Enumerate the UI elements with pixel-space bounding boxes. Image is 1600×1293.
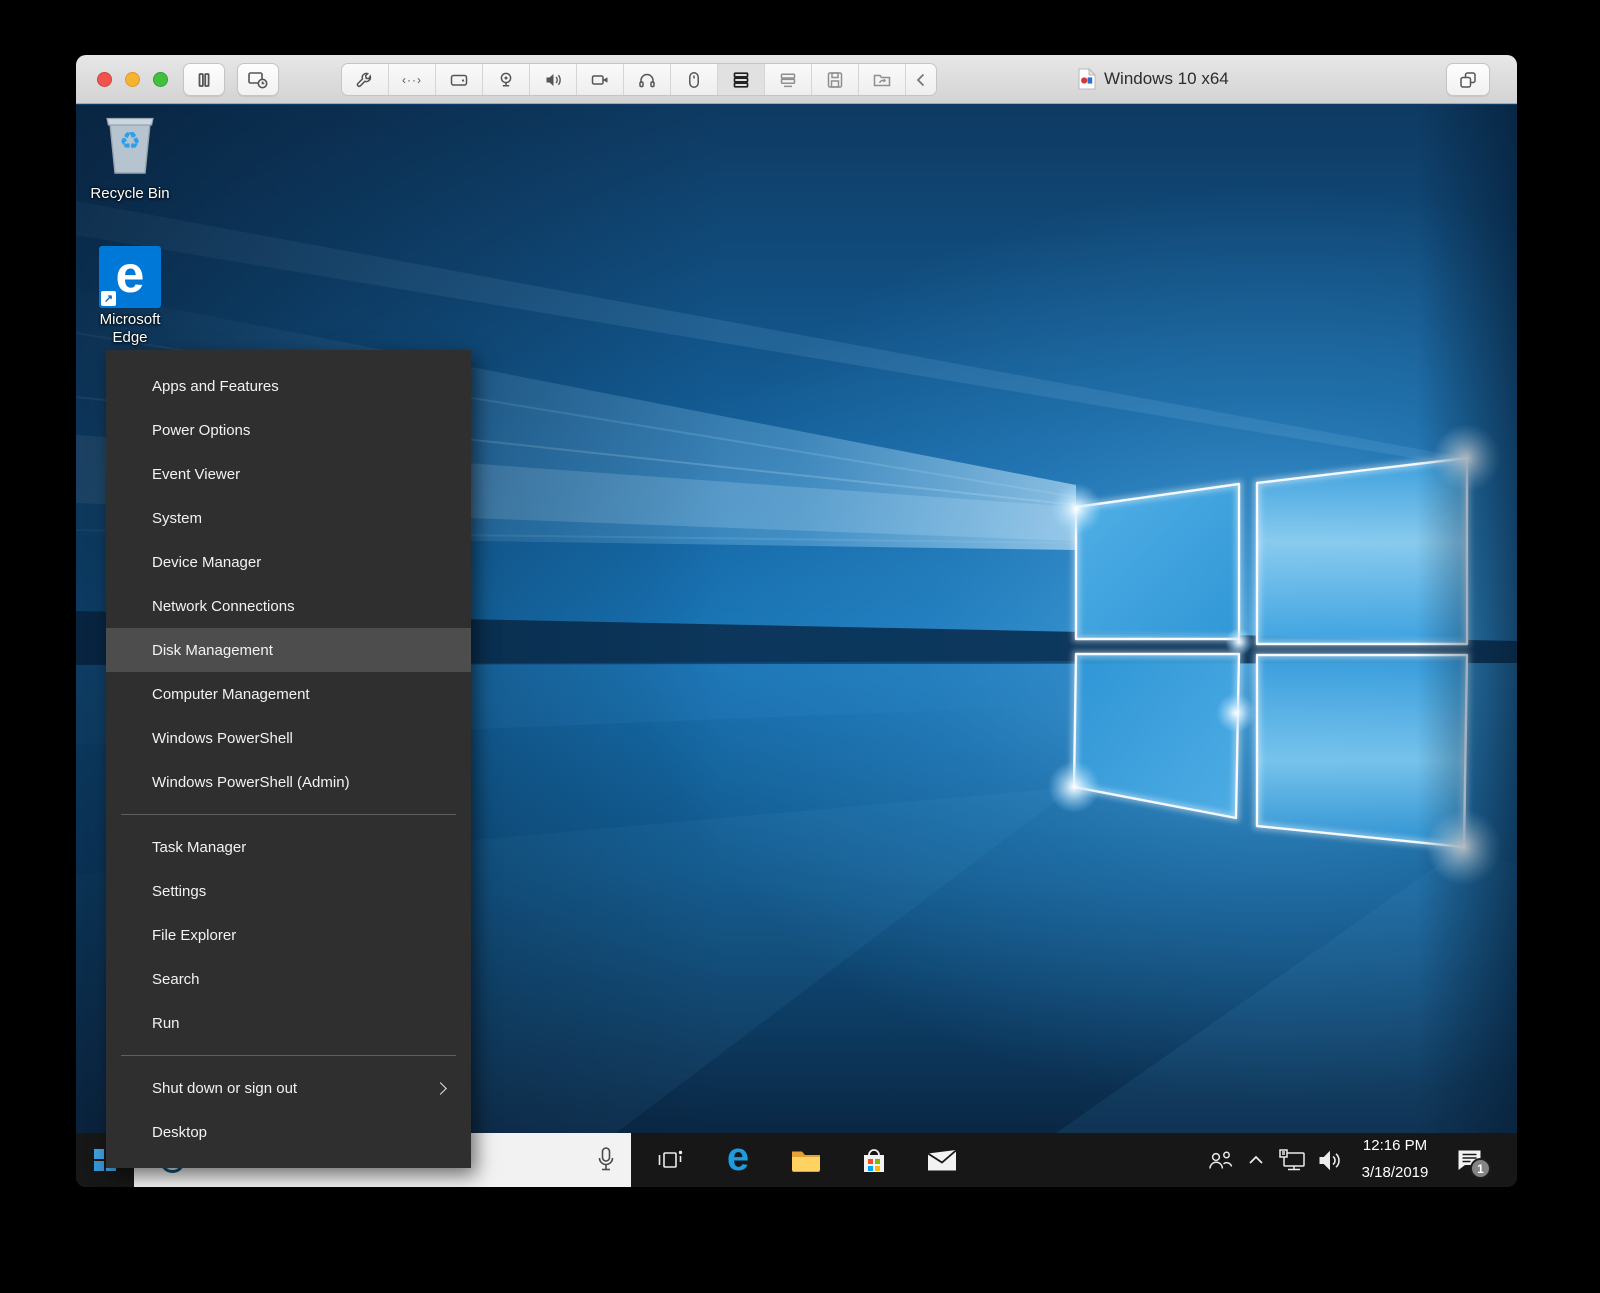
toolbar-sound-button[interactable] xyxy=(530,64,577,95)
submenu-chevron-icon xyxy=(434,1082,447,1095)
network-stack-icon xyxy=(731,70,751,90)
zoom-button[interactable] xyxy=(153,72,168,87)
hard-disk-icon xyxy=(449,70,469,90)
menu-item-shut-down-or-sign-out[interactable]: Shut down or sign out xyxy=(106,1066,471,1110)
desktop-icon-label: Microsoft Edge xyxy=(82,311,178,346)
toolbar-code-button[interactable]: ‹··› xyxy=(389,64,436,95)
titlebar: ‹··› xyxy=(76,55,1517,104)
edge-logo-icon: e ↗ xyxy=(99,246,161,308)
network-button[interactable] xyxy=(1273,1133,1311,1187)
toolbar-webcam-button[interactable] xyxy=(483,64,530,95)
toolbar-display-button[interactable] xyxy=(765,64,812,95)
winx-menu: Apps and Features Power Options Event Vi… xyxy=(106,350,471,1168)
menu-item-device-manager[interactable]: Device Manager xyxy=(106,540,471,584)
shortcut-arrow-icon: ↗ xyxy=(101,291,116,306)
pause-vm-button[interactable] xyxy=(183,63,225,96)
traffic-lights xyxy=(97,72,168,87)
menu-item-computer-management[interactable]: Computer Management xyxy=(106,672,471,716)
system-tray: 12:16 PM 3/18/2019 1 xyxy=(1201,1133,1517,1187)
toolbar-headphones-button[interactable] xyxy=(624,64,671,95)
menu-separator xyxy=(121,1055,456,1056)
taskbar-store-button[interactable] xyxy=(840,1133,908,1187)
vm-toolbar: ‹··› xyxy=(341,63,937,96)
desktop-icon-label: Recycle Bin xyxy=(82,185,178,203)
menu-item-event-viewer[interactable]: Event Viewer xyxy=(106,452,471,496)
toolbar-camera-button[interactable] xyxy=(577,64,624,95)
edge-icon: e xyxy=(727,1137,749,1177)
microsoft-store-icon xyxy=(861,1147,887,1174)
toolbar-save-button[interactable] xyxy=(812,64,859,95)
pause-icon xyxy=(194,70,214,90)
people-icon xyxy=(1207,1150,1234,1171)
notification-badge: 1 xyxy=(1470,1158,1491,1179)
menu-separator xyxy=(121,814,456,815)
microphone-icon[interactable] xyxy=(596,1146,616,1179)
toolbar-harddisk-button[interactable] xyxy=(436,64,483,95)
task-view-icon xyxy=(657,1148,683,1172)
show-windows-button[interactable] xyxy=(1446,63,1490,96)
floppy-icon xyxy=(825,70,845,90)
windows-stack-icon xyxy=(1458,70,1478,90)
recycle-bin-icon: ♻ xyxy=(102,111,158,177)
desktop: ♻ Recycle Bin e ↗ Microsoft Edge Apps an… xyxy=(76,105,1517,1133)
menu-item-run[interactable]: Run xyxy=(106,1001,471,1045)
toolbar-settings-button[interactable] xyxy=(342,64,389,95)
toolbar-mouse-button[interactable] xyxy=(671,64,718,95)
headphones-icon xyxy=(637,70,657,90)
volume-button[interactable] xyxy=(1311,1133,1349,1187)
toolbar-network-button[interactable] xyxy=(718,64,765,95)
menu-item-apps-and-features[interactable]: Apps and Features xyxy=(106,364,471,408)
mouse-icon xyxy=(684,70,704,90)
menu-item-settings[interactable]: Settings xyxy=(106,869,471,913)
menu-item-file-explorer[interactable]: File Explorer xyxy=(106,913,471,957)
taskbar-pinned-icons: e xyxy=(636,1133,976,1187)
clock-date: 3/18/2019 xyxy=(1362,1163,1429,1183)
window-title-text: Windows 10 x64 xyxy=(1104,69,1229,89)
chevron-left-icon xyxy=(914,72,928,88)
menu-item-desktop[interactable]: Desktop xyxy=(106,1110,471,1154)
menu-item-power-options[interactable]: Power Options xyxy=(106,408,471,452)
vm-document-icon xyxy=(1078,68,1096,90)
menu-item-windows-powershell[interactable]: Windows PowerShell xyxy=(106,716,471,760)
code-icon: ‹··› xyxy=(402,73,422,87)
taskbar-clock[interactable]: 12:16 PM 3/18/2019 xyxy=(1349,1133,1441,1187)
clock-time: 12:16 PM xyxy=(1363,1136,1427,1156)
mail-icon xyxy=(928,1150,956,1171)
toolbar-collapse-button[interactable] xyxy=(906,64,936,95)
wrench-icon xyxy=(355,70,375,90)
taskbar-file-explorer-button[interactable] xyxy=(772,1133,840,1187)
menu-item-task-manager[interactable]: Task Manager xyxy=(106,825,471,869)
hidden-icons-button[interactable] xyxy=(1239,1133,1273,1187)
people-button[interactable] xyxy=(1201,1133,1239,1187)
action-center-button[interactable]: 1 xyxy=(1441,1133,1497,1187)
taskbar-edge-button[interactable]: e xyxy=(704,1133,772,1187)
file-explorer-icon xyxy=(791,1148,821,1172)
network-ethernet-icon xyxy=(1279,1149,1306,1171)
close-button[interactable] xyxy=(97,72,112,87)
task-view-button[interactable] xyxy=(636,1133,704,1187)
toolbar-sharedfolder-button[interactable] xyxy=(859,64,906,95)
vm-window: ‹··› xyxy=(76,55,1517,1187)
speaker-icon xyxy=(543,70,563,90)
window-title: Windows 10 x64 xyxy=(1078,68,1229,90)
taskbar-mail-button[interactable] xyxy=(908,1133,976,1187)
display-stack-icon xyxy=(778,70,798,90)
menu-item-windows-powershell-admin[interactable]: Windows PowerShell (Admin) xyxy=(106,760,471,804)
menu-item-system[interactable]: System xyxy=(106,496,471,540)
shared-folder-icon xyxy=(872,70,892,90)
snapshot-icon xyxy=(247,70,269,90)
snapshot-button[interactable] xyxy=(237,63,279,96)
webcam-icon xyxy=(496,70,516,90)
menu-item-search[interactable]: Search xyxy=(106,957,471,1001)
minimize-button[interactable] xyxy=(125,72,140,87)
desktop-icon-recycle-bin[interactable]: ♻ Recycle Bin xyxy=(82,111,178,203)
desktop-icon-microsoft-edge[interactable]: e ↗ Microsoft Edge xyxy=(82,246,178,346)
speaker-icon xyxy=(1317,1150,1344,1171)
video-camera-icon xyxy=(590,70,610,90)
svg-text:♻: ♻ xyxy=(119,128,141,155)
menu-item-disk-management[interactable]: Disk Management xyxy=(106,628,471,672)
chevron-up-icon xyxy=(1248,1155,1264,1165)
menu-item-network-connections[interactable]: Network Connections xyxy=(106,584,471,628)
